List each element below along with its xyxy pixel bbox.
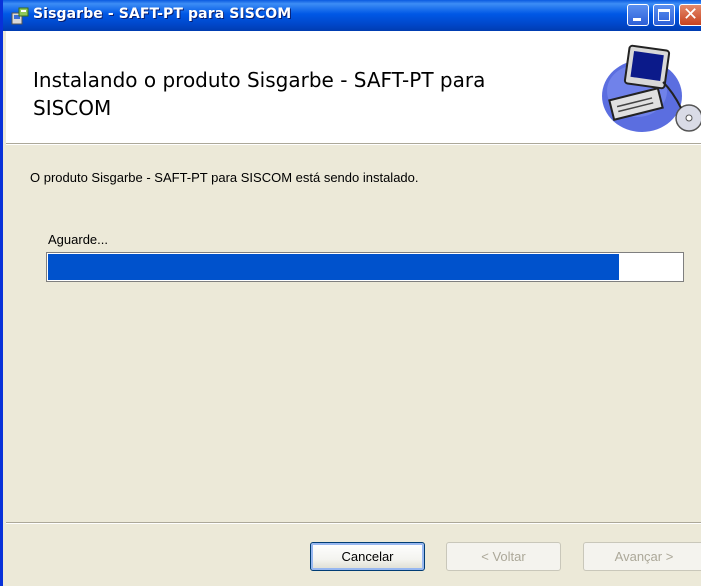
title-bar[interactable]: Sisgarbe - SAFT-PT para SISCOM ✕ xyxy=(3,0,701,31)
minimize-button[interactable] xyxy=(627,4,649,26)
cancel-button[interactable]: Cancelar xyxy=(310,542,425,571)
back-button[interactable]: < Voltar xyxy=(446,542,561,571)
install-message: O produto Sisgarbe - SAFT-PT para SISCOM… xyxy=(30,170,419,185)
window-title: Sisgarbe - SAFT-PT para SISCOM xyxy=(33,6,292,22)
installer-window: Sisgarbe - SAFT-PT para SISCOM ✕ Instala… xyxy=(0,0,701,586)
close-icon: ✕ xyxy=(683,4,699,25)
computer-install-icon xyxy=(602,44,701,132)
wizard-header: Instalando o produto Sisgarbe - SAFT-PT … xyxy=(6,31,701,143)
close-button[interactable]: ✕ xyxy=(679,4,701,26)
status-label: Aguarde... xyxy=(48,232,108,247)
header-separator xyxy=(6,143,701,145)
installer-app-icon xyxy=(11,7,29,25)
maximize-icon xyxy=(658,9,670,21)
maximize-button[interactable] xyxy=(653,4,675,26)
page-title: Instalando o produto Sisgarbe - SAFT-PT … xyxy=(33,68,486,120)
progress-bar xyxy=(46,252,684,282)
progress-fill xyxy=(48,254,619,280)
footer-separator xyxy=(6,522,701,524)
next-button[interactable]: Avançar > xyxy=(583,542,701,571)
minimize-icon xyxy=(633,18,641,21)
